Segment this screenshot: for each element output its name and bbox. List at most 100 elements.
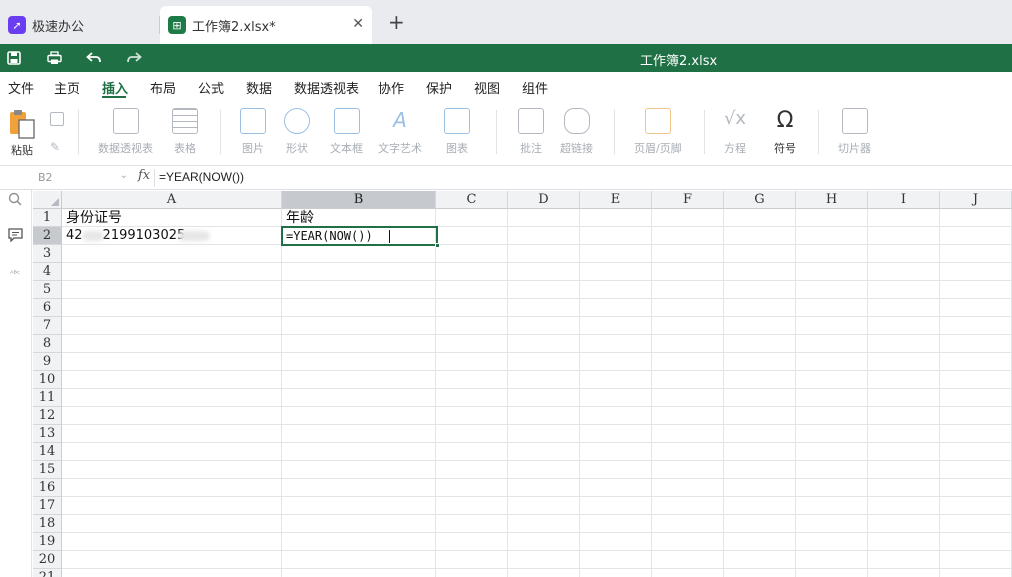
menu-view[interactable]: 视图 — [474, 78, 500, 97]
row-header-20[interactable]: 20 — [33, 551, 62, 569]
row-header-13[interactable]: 13 — [33, 425, 62, 443]
cell-A2-prefix: 42 — [66, 228, 83, 243]
slicer-icon — [841, 108, 868, 134]
row-header-10[interactable]: 10 — [33, 371, 62, 389]
row-header-9[interactable]: 9 — [33, 353, 62, 371]
row-header-17[interactable]: 17 — [33, 497, 62, 515]
table-button[interactable]: 表格 — [172, 108, 198, 156]
ribbon-divider — [220, 110, 221, 154]
pivot-table-button[interactable]: 数据透视表 — [98, 108, 153, 156]
column-header-D[interactable]: D — [508, 191, 580, 209]
column-header-A[interactable]: A — [62, 191, 282, 209]
column-header-E[interactable]: E — [580, 191, 652, 209]
column-header-C[interactable]: C — [436, 191, 508, 209]
search-icon[interactable] — [6, 190, 24, 208]
spellcheck-icon[interactable]: ᴬᴮᶜ — [6, 264, 24, 282]
grid-column-line — [651, 209, 652, 577]
grid-row-line — [62, 388, 1012, 389]
left-side-panel: ᴬᴮᶜ — [0, 190, 32, 577]
menu-file[interactable]: 文件 — [8, 78, 34, 97]
row-header-11[interactable]: 11 — [33, 389, 62, 407]
row-header-1[interactable]: 1 — [33, 209, 62, 227]
row-header-5[interactable]: 5 — [33, 281, 62, 299]
column-header-B[interactable]: B — [282, 191, 436, 209]
menu-layout[interactable]: 布局 — [150, 78, 176, 97]
symbol-button[interactable]: Ω 符号 — [772, 108, 798, 156]
column-header-G[interactable]: G — [724, 191, 796, 209]
chevron-down-icon[interactable]: ⌄ — [120, 170, 128, 181]
row-header-4[interactable]: 4 — [33, 263, 62, 281]
menu-pivot[interactable]: 数据透视表 — [294, 78, 359, 97]
row-header-2[interactable]: 2 — [33, 227, 62, 245]
header-footer-icon — [644, 108, 671, 134]
paste-button[interactable]: 粘贴 — [8, 108, 36, 158]
cell-B1[interactable]: 年龄 — [284, 209, 314, 227]
column-header-I[interactable]: I — [868, 191, 940, 209]
redo-icon[interactable] — [125, 49, 143, 67]
image-icon — [240, 108, 266, 134]
row-header-12[interactable]: 12 — [33, 407, 62, 425]
row-header-7[interactable]: 7 — [33, 317, 62, 335]
chart-button[interactable]: 图表 — [444, 108, 470, 156]
menu-insert[interactable]: 插入 — [102, 78, 128, 97]
grid-column-line — [507, 209, 508, 577]
undo-icon[interactable] — [85, 49, 103, 67]
grid-column-line — [435, 209, 436, 577]
name-box[interactable]: B2 ⌄ — [34, 168, 132, 188]
format-painter-icon[interactable]: ✎ — [50, 140, 64, 154]
textbox-button[interactable]: 文本框 — [330, 108, 363, 156]
grid-row-line — [62, 406, 1012, 407]
comment-panel-icon[interactable] — [6, 226, 24, 244]
wordart-button[interactable]: A 文字艺术 — [378, 108, 422, 156]
menu-protect[interactable]: 保护 — [426, 78, 452, 97]
shape-label: 形状 — [286, 142, 308, 155]
column-header-J[interactable]: J — [940, 191, 1012, 209]
close-tab-icon[interactable]: ✕ — [352, 16, 364, 32]
save-icon[interactable] — [5, 49, 23, 67]
image-button[interactable]: 图片 — [240, 108, 266, 156]
copy-icon[interactable] — [50, 112, 64, 126]
header-footer-button[interactable]: 页眉/页脚 — [634, 108, 682, 156]
row-header-6[interactable]: 6 — [33, 299, 62, 317]
select-all-corner[interactable] — [33, 191, 62, 209]
shape-button[interactable]: 形状 — [284, 108, 310, 156]
row-header-18[interactable]: 18 — [33, 515, 62, 533]
row-header-19[interactable]: 19 — [33, 533, 62, 551]
textbox-icon — [333, 108, 360, 134]
row-header-16[interactable]: 16 — [33, 479, 62, 497]
row-header-14[interactable]: 14 — [33, 443, 62, 461]
row-header-3[interactable]: 3 — [33, 245, 62, 263]
menu-formula[interactable]: 公式 — [198, 78, 224, 97]
hyperlink-button[interactable]: 超链接 — [560, 108, 593, 156]
slicer-button[interactable]: 切片器 — [838, 108, 871, 156]
equation-button[interactable]: √x 方程 — [722, 108, 748, 156]
tab-home[interactable]: ➚ 极速办公 — [0, 6, 158, 44]
row-header-8[interactable]: 8 — [33, 335, 62, 353]
spreadsheet-grid[interactable]: A B C D E F G H I J 1 2 3 4 5 6 7 8 9 10 11 12 13 14 15 16 17 18 19 2… — [33, 191, 1012, 577]
paste-icon — [10, 110, 35, 139]
new-tab-button[interactable]: + — [388, 12, 405, 32]
formula-input[interactable]: =YEAR(NOW()) — [159, 170, 244, 184]
name-box-value: B2 — [38, 171, 53, 184]
tab-home-label: 极速办公 — [32, 19, 85, 35]
table-label: 表格 — [174, 142, 196, 155]
grid-column-line — [867, 209, 868, 577]
omega-icon: Ω — [776, 108, 794, 133]
menu-data[interactable]: 数据 — [246, 78, 272, 97]
column-header-H[interactable]: H — [796, 191, 868, 209]
fill-handle[interactable] — [435, 243, 440, 248]
column-header-F[interactable]: F — [652, 191, 724, 209]
tab-workbook[interactable]: ⊞ 工作簿2.xlsx* ✕ — [160, 6, 372, 44]
menu-widgets[interactable]: 组件 — [522, 78, 548, 97]
menu-home[interactable]: 主页 — [54, 78, 80, 97]
fx-icon[interactable]: fx — [138, 168, 150, 183]
cell-A1[interactable]: 身份证号 — [64, 209, 122, 227]
rocket-icon: ➚ — [8, 16, 26, 34]
row-header-15[interactable]: 15 — [33, 461, 62, 479]
row-header-21[interactable]: 21 — [33, 569, 62, 577]
comment-icon — [518, 108, 544, 134]
active-cell-selection[interactable] — [281, 226, 440, 248]
print-icon[interactable] — [45, 49, 63, 67]
menu-collab[interactable]: 协作 — [378, 78, 404, 97]
comment-button[interactable]: 批注 — [518, 108, 544, 156]
